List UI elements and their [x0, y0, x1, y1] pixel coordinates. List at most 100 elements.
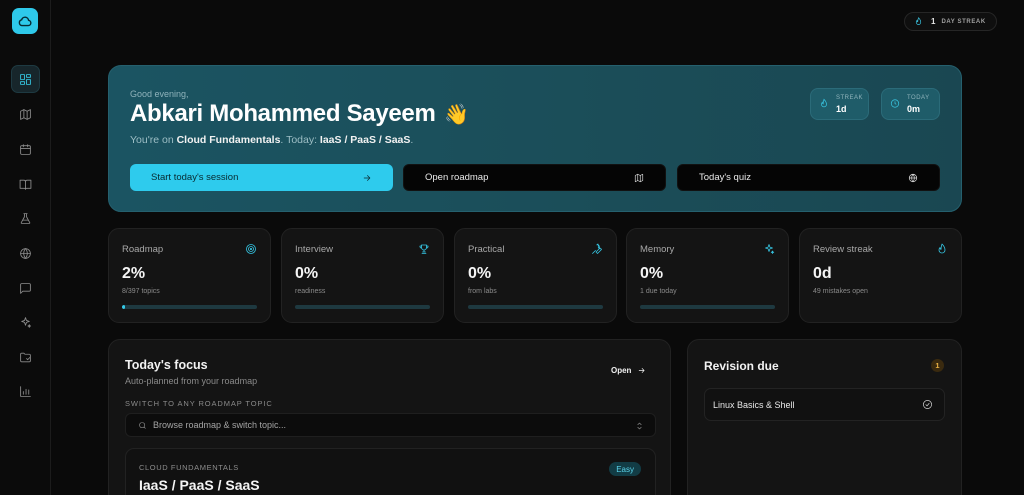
stat-progress-bar [640, 305, 775, 309]
folder-icon [20, 352, 31, 362]
stat-card-review-streak[interactable]: Review streak 0d 49 mistakes open [799, 228, 962, 323]
hero-stat-value: 1d [836, 104, 847, 114]
course-prefix: You're on [130, 134, 177, 146]
hero-stat-value: 0m [907, 104, 921, 114]
topic-search-input[interactable] [153, 420, 613, 430]
stat-card-roadmap[interactable]: Roadmap 2% 8/397 topics [108, 228, 271, 323]
revision-item[interactable]: Linux Basics & Shell [704, 388, 945, 421]
start-session-label: Start today's session [151, 172, 239, 183]
hero-stat-streak: STREAK 1d [810, 88, 869, 120]
chevron-up-down-icon [637, 422, 642, 430]
revision-count-badge: 1 [931, 359, 944, 372]
course-end: . [410, 134, 414, 146]
stat-progress-bar [122, 305, 257, 309]
wrench-icon [592, 243, 602, 254]
sparkles-icon [21, 316, 32, 328]
sidebar-item-analytics[interactable] [11, 377, 40, 405]
stat-card-title: Memory [640, 244, 675, 255]
stat-card-sub: 49 mistakes open [813, 288, 868, 295]
sidebar-item-roadmap[interactable] [11, 100, 40, 128]
greeting-text: Good evening, [130, 89, 189, 99]
map-icon [20, 108, 31, 120]
stat-progress-fill [122, 305, 125, 309]
message-icon [20, 282, 31, 294]
open-roadmap-label: Open roadmap [425, 172, 489, 183]
start-session-button[interactable]: Start today's session [130, 164, 393, 191]
sidebar-item-labs[interactable] [11, 204, 40, 232]
flame-icon [915, 17, 922, 25]
focus-title: Today's focus [125, 358, 208, 372]
clock-icon [890, 99, 900, 108]
stat-card-sub: 1 due today [640, 288, 677, 295]
stat-card-sub: readiness [295, 288, 326, 295]
sparkles-icon [765, 244, 775, 254]
course-name: Cloud Fundamentals [176, 134, 281, 146]
switch-topic-label: SWITCH TO ANY ROADMAP TOPIC [125, 399, 273, 408]
focus-subtitle: Auto-planned from your roadmap [125, 376, 258, 386]
wave-emoji: 👋 [444, 104, 469, 126]
sidebar-item-ai[interactable] [11, 308, 40, 336]
todays-quiz-label: Today's quiz [699, 172, 751, 183]
difficulty-badge: Easy [609, 462, 641, 476]
revision-due-panel: Revision due 1 Linux Basics & Shell [687, 339, 962, 495]
todays-focus-panel: Today's focus Auto-planned from your roa… [108, 339, 671, 495]
stat-card-title: Interview [295, 244, 334, 255]
stat-card-sub: from labs [468, 288, 497, 295]
stat-card-value: 0d [813, 265, 832, 282]
open-roadmap-button[interactable]: Open roadmap [403, 164, 666, 191]
calendar-icon [20, 143, 31, 155]
arrow-right-icon [639, 368, 646, 373]
day-streak-badge[interactable]: 1 DAY STREAK [904, 12, 997, 31]
sidebar-item-explore[interactable] [11, 239, 40, 267]
sidebar-item-resources[interactable] [11, 343, 40, 371]
stat-card-memory[interactable]: Memory 0% 1 due today [626, 228, 789, 323]
check-circle-icon [923, 400, 932, 409]
sidebar-item-calendar[interactable] [11, 135, 40, 163]
stat-card-interview[interactable]: Interview 0% readiness [281, 228, 444, 323]
sidebar-item-dashboard[interactable] [11, 65, 40, 93]
focus-topic-card[interactable]: CLOUD FUNDAMENTALS IaaS / PaaS / SaaS Ea… [125, 448, 656, 495]
search-icon [139, 421, 146, 429]
day-streak-count: 1 [931, 17, 936, 26]
focus-open-label: Open [611, 366, 632, 375]
stat-card-value: 0% [468, 265, 492, 282]
cloud-icon [18, 16, 32, 26]
trophy-icon [419, 244, 429, 254]
user-name: Abkari Mohammed Sayeem [130, 100, 436, 127]
flame-icon [938, 243, 946, 254]
todays-quiz-button[interactable]: Today's quiz [677, 164, 940, 191]
globe-icon [20, 247, 31, 259]
target-icon [246, 244, 256, 254]
sidebar-item-learn[interactable] [11, 170, 40, 198]
revision-title: Revision due [704, 359, 779, 373]
sidebar-item-chat[interactable] [11, 274, 40, 302]
book-open-icon [19, 179, 32, 190]
day-streak-label: DAY STREAK [941, 18, 986, 25]
topic-name: IaaS / PaaS / SaaS [139, 477, 260, 493]
stat-card-practical[interactable]: Practical 0% from labs [454, 228, 617, 323]
stat-card-value: 0% [295, 265, 319, 282]
stat-card-title: Roadmap [122, 244, 164, 255]
stat-card-value: 0% [640, 265, 664, 282]
hero-stat-today: TODAY 0m [881, 88, 940, 120]
app-logo[interactable] [12, 8, 38, 34]
arrow-right-icon [363, 174, 371, 181]
stat-card-title: Review streak [813, 244, 873, 255]
stat-card-title: Practical [468, 244, 505, 255]
topic-category: CLOUD FUNDAMENTALS [139, 463, 239, 472]
sidebar [0, 0, 51, 495]
flask-icon [20, 212, 31, 224]
current-course-line: You're on Cloud Fundamentals. Today: Iaa… [130, 134, 413, 146]
stat-card-sub: 8/397 topics [122, 288, 160, 295]
hero-stat-label: TODAY [907, 95, 930, 101]
focus-open-link[interactable]: Open [611, 366, 646, 375]
hero-stat-label: STREAK [836, 95, 864, 101]
bar-chart-icon [20, 385, 31, 397]
stat-progress-bar [295, 305, 430, 309]
topic-search-box[interactable] [125, 413, 656, 437]
course-mid: . Today: [280, 134, 320, 146]
hero-panel: Good evening, Abkari Mohammed Sayeem 👋 Y… [108, 65, 962, 212]
stat-card-value: 2% [122, 265, 146, 282]
dashboard-icon [20, 73, 31, 85]
stat-progress-bar [468, 305, 603, 309]
